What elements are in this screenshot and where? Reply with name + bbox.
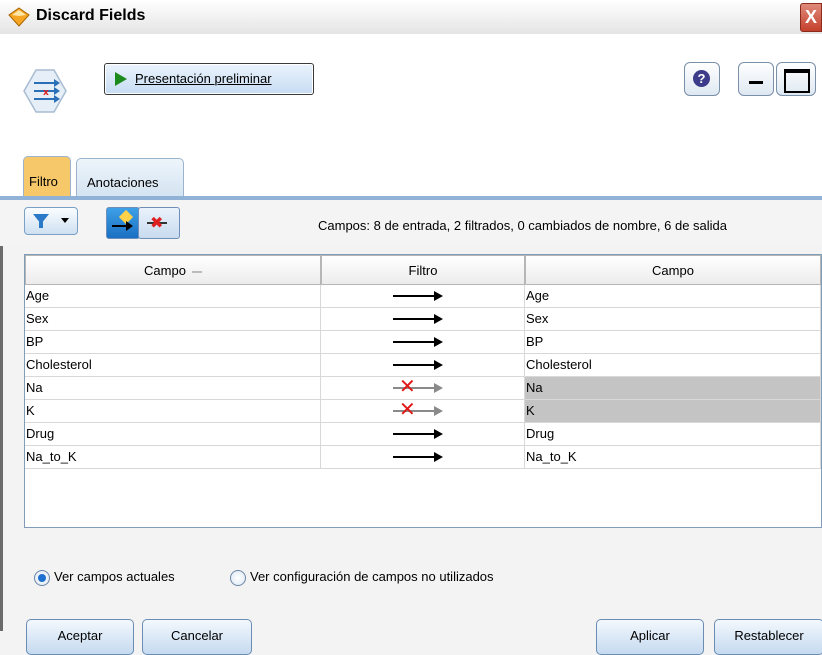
remove-fields-mode-button[interactable]: ✖ — [138, 207, 180, 239]
remove-fields-icon: ✖ — [150, 215, 164, 232]
filter-toolbar: ✖ Campos: 8 de entrada, 2 filtrados, 0 c… — [0, 200, 822, 246]
table-row[interactable]: Sex Sex — [25, 308, 821, 331]
input-field-cell: Sex — [25, 308, 321, 331]
filter-toggle-kept[interactable] — [321, 331, 525, 354]
table-row[interactable]: Cholesterol Cholesterol — [25, 354, 821, 377]
input-field-cell: Age — [25, 285, 321, 308]
apply-button[interactable]: Aplicar — [596, 619, 704, 655]
chevron-down-icon — [61, 218, 69, 223]
diamond-node-icon — [8, 7, 30, 27]
pass-arrow-icon — [393, 452, 443, 462]
view-unused-radio[interactable] — [230, 570, 246, 586]
cancel-button[interactable]: Cancelar — [142, 619, 252, 655]
preview-button[interactable]: Presentación preliminar — [104, 63, 314, 95]
filter-toggle-kept[interactable] — [321, 446, 525, 469]
discard-x-icon: ✕ — [399, 399, 416, 421]
filter-toggle-discarded[interactable]: ✕ — [321, 376, 525, 400]
input-field-cell: Na — [25, 377, 321, 400]
output-field-cell[interactable]: Age — [525, 285, 821, 308]
ok-button[interactable]: Aceptar — [26, 619, 134, 655]
svg-text:x: x — [43, 88, 49, 98]
tab-filtro-label: Filtro — [29, 174, 58, 189]
help-icon: ? — [693, 70, 710, 87]
view-current-radio[interactable] — [34, 570, 50, 586]
table-row[interactable]: K ✕ K — [25, 399, 821, 423]
pass-arrow-icon — [393, 360, 443, 370]
table-row[interactable]: Drug Drug — [25, 423, 821, 446]
table-row[interactable]: Na_to_K Na_to_K — [25, 446, 821, 469]
table-row[interactable]: BP BP — [25, 331, 821, 354]
output-field-cell[interactable]: Drug — [525, 423, 821, 446]
table-row[interactable]: Na ✕ Na — [25, 376, 821, 400]
title-bar: Discard Fields X — [0, 0, 822, 35]
filter-toggle-kept[interactable] — [321, 354, 525, 377]
pass-arrow-icon — [393, 429, 443, 439]
output-field-cell[interactable]: Na — [525, 377, 821, 400]
filter-options-dropdown[interactable] — [24, 207, 78, 235]
output-field-cell[interactable]: Sex — [525, 308, 821, 331]
input-field-cell: BP — [25, 331, 321, 354]
pass-arrow-icon — [393, 291, 443, 301]
pass-arrow-icon — [393, 337, 443, 347]
output-field-cell[interactable]: K — [525, 400, 821, 423]
column-header-input-field[interactable]: Campo — [25, 255, 321, 285]
column-header-filter[interactable]: Filtro — [321, 255, 525, 285]
maximize-button[interactable] — [776, 62, 816, 96]
filter-toggle-discarded[interactable]: ✕ — [321, 399, 525, 423]
minimize-button[interactable] — [738, 62, 774, 96]
view-current-label[interactable]: Ver campos actuales — [54, 569, 175, 584]
pass-arrow-icon — [393, 314, 443, 324]
fields-table: Campo Filtro Campo Age Age Sex Sex BP BP Chole… — [24, 254, 822, 528]
minimize-icon — [749, 81, 763, 84]
output-field-cell[interactable]: Na_to_K — [525, 446, 821, 469]
view-unused-label[interactable]: Ver configuración de campos no utilizado… — [250, 569, 494, 584]
table-row[interactable]: Age Age — [25, 285, 821, 308]
window-title: Discard Fields — [36, 7, 146, 24]
preview-button-label: Presentación preliminar — [135, 71, 272, 86]
play-icon — [115, 72, 127, 86]
close-button[interactable]: X — [800, 3, 822, 32]
fields-summary: Campos: 8 de entrada, 2 filtrados, 0 cam… — [318, 218, 728, 233]
maximize-icon — [784, 69, 810, 93]
help-button[interactable]: ? — [684, 62, 720, 96]
tab-filtro[interactable]: Filtro — [23, 156, 71, 197]
input-field-cell: K — [25, 400, 321, 423]
reset-button[interactable]: Restablecer — [714, 619, 822, 655]
filter-toggle-kept[interactable] — [321, 308, 525, 331]
input-field-cell: Na_to_K — [25, 446, 321, 469]
input-field-cell: Cholesterol — [25, 354, 321, 377]
filter-toggle-kept[interactable] — [321, 285, 525, 308]
sort-icon — [191, 270, 202, 273]
tab-anotaciones[interactable]: Anotaciones — [76, 158, 184, 197]
input-field-cell: Drug — [25, 423, 321, 446]
column-header-output-field[interactable]: Campo — [525, 255, 821, 285]
output-field-cell[interactable]: BP — [525, 331, 821, 354]
filter-toggle-kept[interactable] — [321, 423, 525, 446]
filter-node-icon: x — [23, 69, 67, 113]
table-header: Campo Filtro Campo — [25, 255, 821, 285]
output-field-cell[interactable]: Cholesterol — [525, 354, 821, 377]
pass-through-mode-button[interactable] — [106, 207, 140, 239]
tab-anotaciones-label: Anotaciones — [87, 175, 159, 190]
